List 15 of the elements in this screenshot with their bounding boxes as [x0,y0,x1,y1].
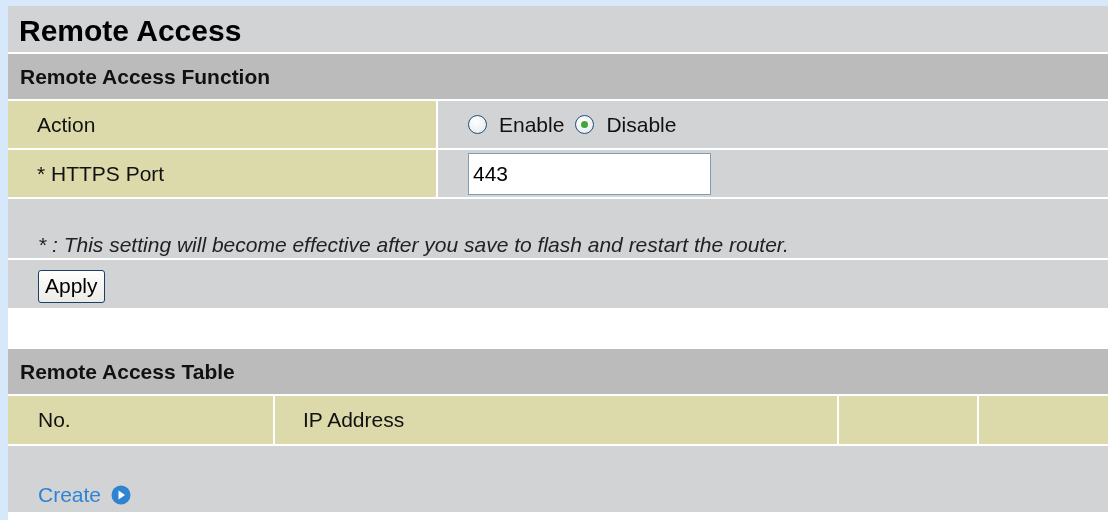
radio-label[interactable]: Disable [606,112,677,137]
field-label: Action [8,101,438,148]
port-input[interactable]: 443 [468,153,711,195]
note-text: * : This setting will become effective after you save to flash and restart the router. [8,199,1108,260]
radio-button[interactable] [575,115,595,134]
page-title: Remote Access [8,6,1108,54]
apply-button[interactable]: Apply [38,270,105,303]
section-header: Remote Access Function [8,54,1108,101]
radio-label[interactable]: Enable [499,112,565,137]
play-circle-icon [111,485,132,505]
column-header: No. [8,396,275,444]
radio-button[interactable] [468,115,487,134]
column-header: IP Address [275,396,839,444]
section-header: Remote Access Table [8,349,1108,396]
field-label: * HTTPS Port [8,150,438,197]
